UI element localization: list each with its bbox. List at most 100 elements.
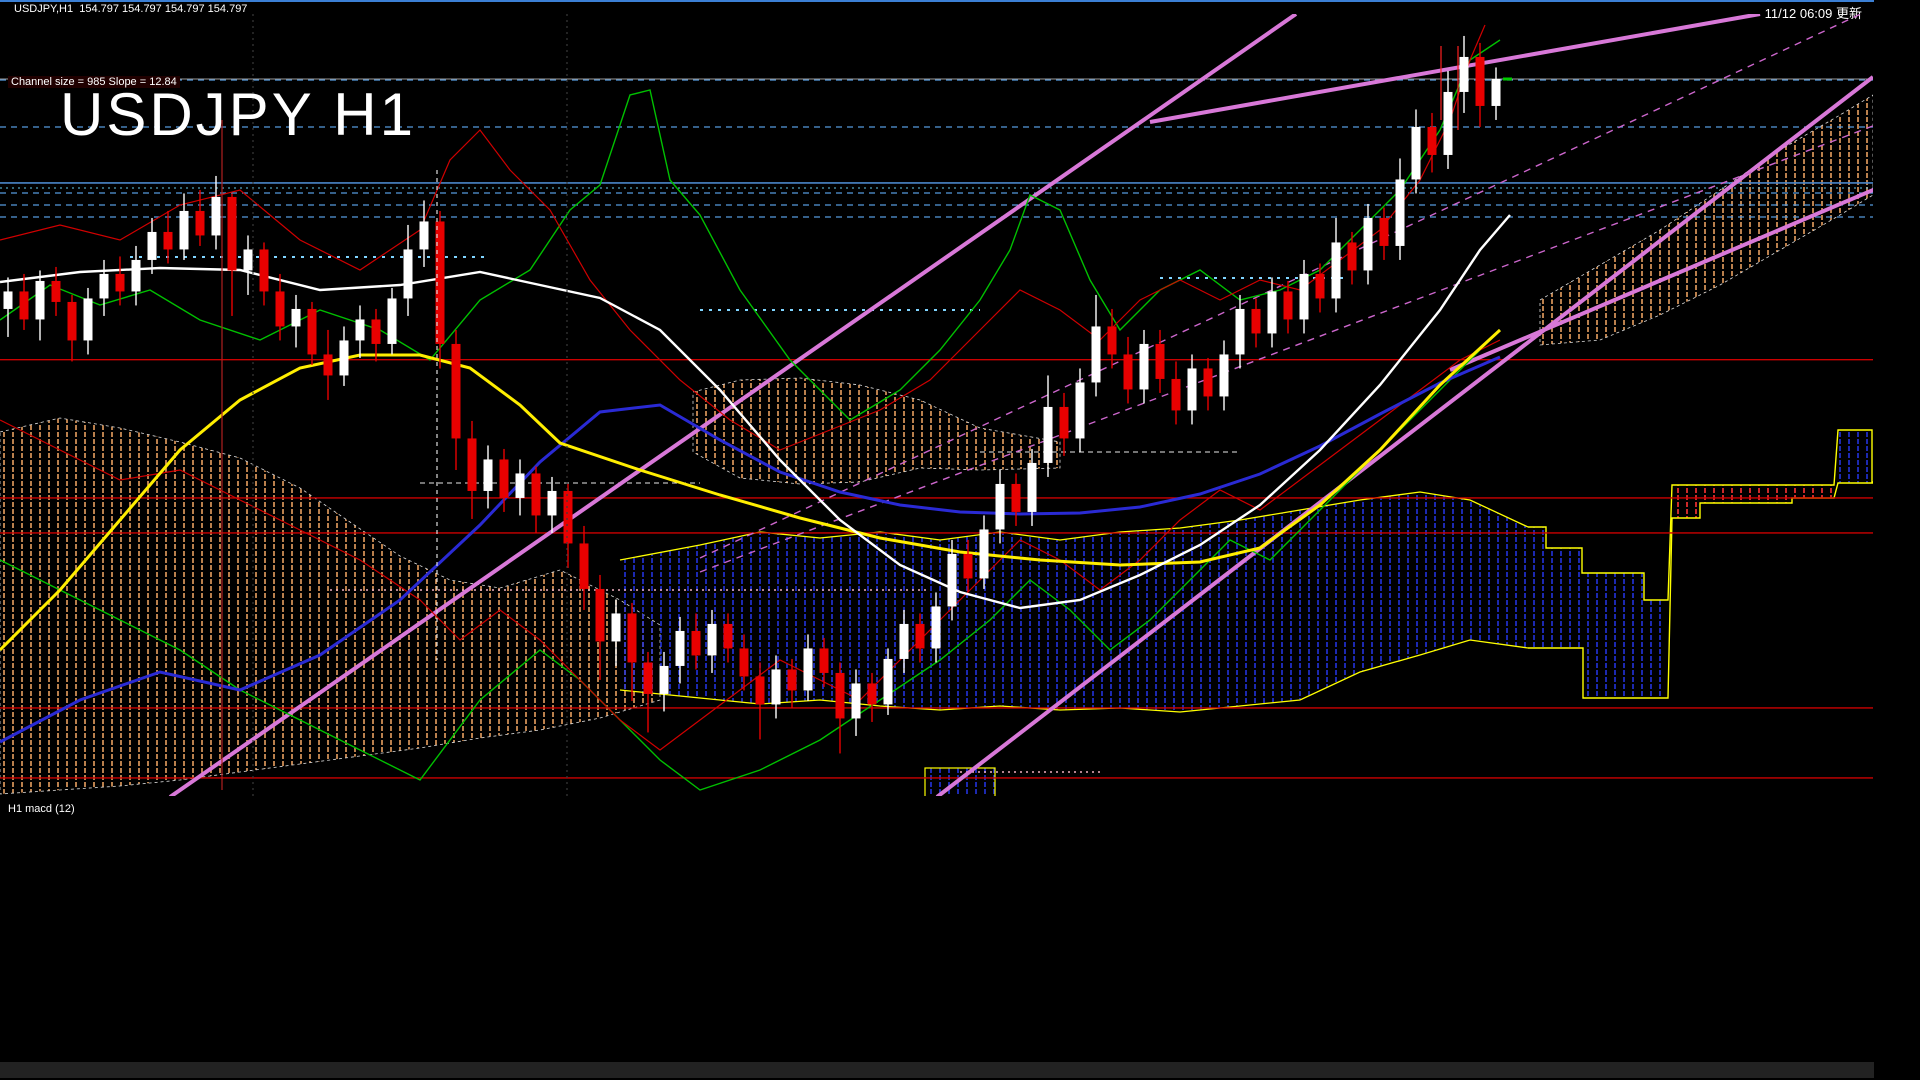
candle-body (67, 301, 77, 341)
candle-body (755, 676, 765, 705)
candle-body (531, 473, 541, 516)
candle-body (547, 490, 557, 516)
candle-body (387, 298, 397, 344)
candle-body (1299, 273, 1309, 320)
candle-body (371, 319, 381, 344)
candle-body (259, 249, 269, 292)
candle-body (83, 298, 93, 341)
candle-body (1411, 126, 1421, 180)
candle-body (1059, 406, 1069, 439)
candle-body (243, 249, 253, 271)
candle-body (3, 291, 13, 309)
candle-body (1427, 126, 1437, 155)
candle-body (835, 672, 845, 719)
candle-body (1187, 368, 1197, 411)
candle-body (195, 210, 205, 236)
candle-body (787, 669, 797, 691)
candle-body (1459, 56, 1469, 92)
candle-body (899, 623, 909, 659)
candle-body (147, 231, 157, 260)
candle-body (419, 221, 429, 250)
mt4-chart-window: { "window": { "title_line": "USDJPY,H1 1… (0, 0, 1920, 1080)
candle-body (515, 473, 525, 498)
candle-body (979, 529, 989, 579)
candle-body (643, 662, 653, 694)
candle-body (1283, 291, 1293, 320)
candle-body (947, 553, 957, 607)
future-kumo-blue2 (1838, 430, 1872, 483)
candle-body (595, 588, 605, 642)
candle-body (627, 613, 637, 663)
macd-indicator-label: H1 macd (12) (8, 803, 75, 815)
date-axis-strip[interactable] (0, 1062, 1874, 1078)
candle-body (1011, 483, 1021, 512)
candle-body (227, 196, 237, 271)
candle-body (275, 291, 285, 327)
candle-body (1475, 56, 1485, 106)
candle-body (803, 648, 813, 691)
candle-body (1251, 308, 1261, 334)
candle-body (1043, 406, 1053, 463)
candle-body (1395, 179, 1405, 246)
candle-body (483, 459, 493, 491)
candle-body (723, 623, 733, 649)
candle-body (707, 623, 717, 656)
candle-body (1123, 354, 1133, 390)
candle-body (163, 231, 173, 250)
candle-body (867, 683, 877, 705)
candle-body (307, 308, 317, 355)
candle-body (1139, 343, 1149, 390)
candle-body (1107, 326, 1117, 355)
candle-body (915, 623, 925, 649)
candle-body (339, 340, 349, 376)
candle-body (1027, 462, 1037, 512)
candle-body (1091, 326, 1101, 383)
candle-body (99, 273, 109, 299)
future-kumo-blue (1528, 527, 1668, 698)
candle-body (179, 210, 189, 250)
candle-body (819, 648, 829, 673)
candle-body (1267, 291, 1277, 334)
candle-body (1491, 79, 1501, 106)
candle-body (1203, 368, 1213, 397)
candle-body (931, 606, 941, 649)
candle-body (1219, 354, 1229, 397)
candle-body (883, 658, 893, 705)
candle-body (851, 683, 861, 719)
candle-body (1443, 91, 1453, 155)
candle-body (1363, 217, 1373, 271)
candle-body (1331, 242, 1341, 299)
candle-body (1171, 378, 1181, 411)
candle-body (659, 665, 669, 694)
candle-body (675, 630, 685, 666)
candle-body (451, 343, 461, 439)
candle-body (691, 630, 701, 656)
candle-body (1379, 217, 1389, 246)
candle-body (51, 280, 61, 302)
symbol-watermark: USDJPY H1 (60, 81, 417, 148)
candle-body (211, 196, 221, 236)
candle-body (35, 280, 45, 320)
candle-body (563, 490, 573, 544)
candle-body (403, 249, 413, 299)
candle-body (467, 438, 477, 491)
candle-body (131, 259, 141, 292)
candle-body (611, 613, 621, 642)
candle-body (1235, 308, 1245, 355)
candle-body (1347, 242, 1357, 271)
candle-body (1315, 273, 1325, 299)
ichimoku-cloud-topright (1539, 94, 1873, 346)
price-axis[interactable] (1874, 0, 1920, 1080)
candle-body (19, 291, 29, 320)
candle-body (323, 354, 333, 376)
candle-body (771, 669, 781, 705)
candle-body (499, 459, 509, 498)
candle-body (1075, 382, 1085, 439)
ichimoku-cloud-left (0, 417, 661, 795)
candle-body (355, 319, 365, 341)
candle-body (995, 483, 1005, 530)
candle-body (579, 543, 589, 589)
candle-body (291, 308, 301, 327)
candle-body (1155, 343, 1165, 379)
main-chart-canvas[interactable] (0, 0, 1874, 1080)
